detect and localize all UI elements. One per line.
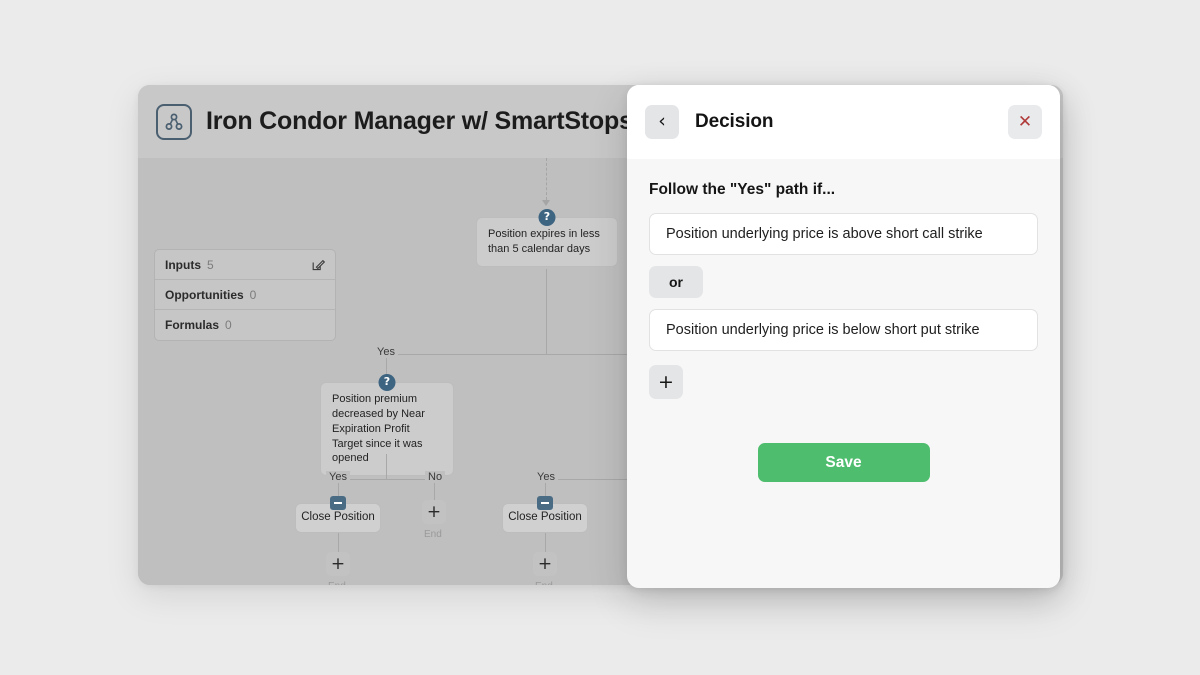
minus-icon	[537, 496, 553, 510]
flow-connector	[545, 533, 546, 552]
flow-node-text: Close Position	[508, 511, 582, 524]
close-button[interactable]: ✕	[1008, 105, 1042, 139]
flow-connector	[338, 533, 339, 552]
flow-node-close-right[interactable]: Close Position	[502, 496, 588, 533]
flow-add-node-button[interactable]: +	[326, 552, 350, 576]
save-button[interactable]: Save	[757, 443, 930, 482]
info-value: 0	[225, 318, 232, 332]
modal-title: Decision	[695, 111, 774, 132]
chevron-left-icon: ‹	[658, 109, 666, 132]
question-icon: ?	[538, 209, 556, 226]
condition-text: Position underlying price is below short…	[666, 322, 980, 338]
info-label: Opportunities	[165, 287, 244, 302]
flow-connector	[338, 479, 434, 480]
flow-end-label: End	[328, 581, 346, 585]
flow-add-node-button[interactable]: +	[422, 500, 446, 524]
app-title: Iron Condor Manager w/ SmartStops	[206, 107, 633, 135]
flow-node-close-left[interactable]: Close Position	[295, 496, 381, 533]
edge-label-no: No	[425, 471, 446, 483]
condition-field-1[interactable]: Position underlying price is above short…	[649, 213, 1038, 255]
decision-modal: ‹ Decision ✕ Follow the "Yes" path if...…	[627, 85, 1060, 588]
flow-end-label: End	[424, 529, 442, 540]
info-label: Inputs	[165, 257, 201, 272]
minus-icon	[330, 496, 346, 510]
flow-arrow-icon	[542, 200, 550, 206]
flow-node-text: Position expires in less than 5 calendar…	[488, 228, 600, 255]
flow-connector	[546, 158, 547, 200]
info-row-opportunities[interactable]: Opportunities 0	[155, 280, 335, 310]
flow-add-node-button[interactable]: +	[533, 552, 557, 576]
back-button[interactable]: ‹	[645, 105, 679, 139]
add-condition-button[interactable]: +	[649, 365, 683, 399]
question-icon: ?	[378, 374, 396, 391]
pencil-square-icon[interactable]	[311, 258, 325, 272]
flow-node-text: Close Position	[301, 511, 375, 524]
section-title: Follow the "Yes" path if...	[649, 181, 836, 198]
operator-toggle-or[interactable]: or	[649, 266, 703, 298]
condition-field-2[interactable]: Position underlying price is below short…	[649, 309, 1038, 351]
hierarchy-icon	[156, 103, 192, 140]
info-label: Formulas	[165, 318, 220, 332]
edge-label-yes: Yes	[326, 471, 350, 483]
flow-node-text: Position premium decreased by Near Expir…	[332, 393, 425, 465]
info-value: 0	[249, 287, 257, 302]
flow-node-premium-left[interactable]: ? Position premium decreased by Near Exp…	[320, 374, 454, 477]
info-card: Inputs 5 Opportunities 0 Formulas 0	[154, 249, 336, 341]
flow-end-label: End	[535, 581, 553, 585]
modal-header: ‹ Decision ✕	[627, 85, 1060, 159]
edge-label-yes: Yes	[374, 346, 398, 358]
condition-text: Position underlying price is above short…	[666, 226, 983, 242]
close-icon: ✕	[1017, 111, 1033, 132]
info-row-formulas[interactable]: Formulas 0	[155, 310, 335, 340]
info-value: 5	[207, 257, 214, 272]
flow-connector	[546, 269, 547, 354]
edge-label-yes: Yes	[534, 471, 558, 483]
info-row-inputs[interactable]: Inputs 5	[155, 250, 335, 280]
flow-node-expiry[interactable]: ? Position expires in less than 5 calend…	[476, 209, 618, 267]
flow-connector	[386, 454, 387, 479]
modal-body: Follow the "Yes" path if... Position und…	[627, 159, 1060, 588]
